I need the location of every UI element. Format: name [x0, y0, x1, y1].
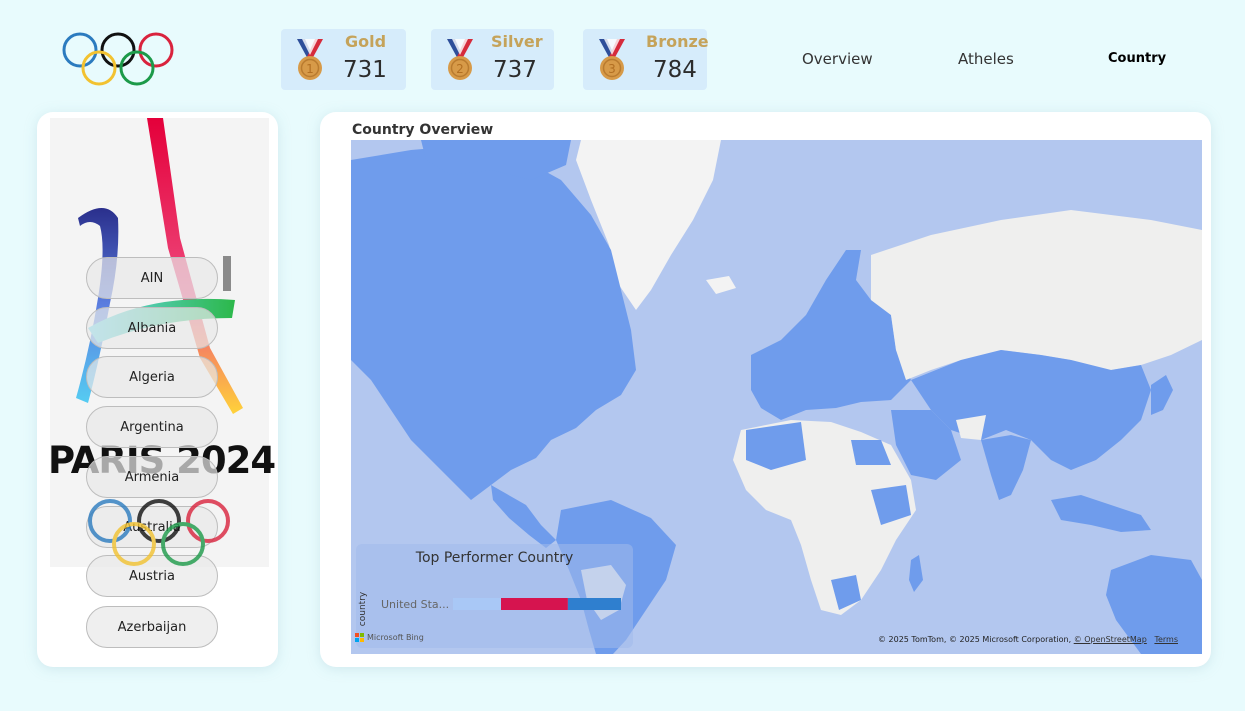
country-option-azerbaijan[interactable]: Azerbaijan — [86, 606, 218, 648]
country-option-armenia[interactable]: Armenia — [86, 456, 218, 498]
gold-count: 731 — [343, 57, 387, 83]
bing-logo-icon — [355, 633, 364, 642]
silver-count: 737 — [493, 57, 537, 83]
bar-segment-gold-share[interactable] — [501, 598, 568, 610]
bing-brand: Microsoft Bing — [367, 633, 424, 642]
country-axis-label: country — [358, 591, 369, 627]
silver-label: Silver — [491, 32, 543, 51]
slicer-scrollbar[interactable] — [223, 256, 231, 291]
top-performer-title: Top Performer Country — [415, 550, 574, 566]
bronze-count: 784 — [653, 57, 697, 83]
silver-medal-icon: 2 — [447, 39, 473, 80]
country-option-ain[interactable]: AIN — [86, 257, 218, 299]
silver-medal-card: 2 Silver 737 — [431, 29, 554, 90]
stacked-bar — [453, 598, 621, 610]
gold-medal-card: 1 Gold 731 — [281, 29, 406, 90]
svg-text:2: 2 — [456, 62, 464, 76]
svg-text:3: 3 — [608, 62, 616, 76]
gold-medal-icon: 1 — [297, 39, 323, 80]
nav-country[interactable]: Country — [1108, 51, 1166, 66]
bar-segment-silver-share[interactable] — [567, 598, 621, 610]
paris-rings-icon — [88, 499, 230, 566]
top-performer-category: United Sta... — [381, 598, 450, 611]
nav-atheles[interactable]: Atheles — [958, 50, 1014, 68]
map-copyright: © 2025 TomTom, © 2025 Microsoft Corporat… — [878, 635, 1178, 644]
bronze-label: Bronze — [646, 32, 709, 51]
bar-segment-bronze-share[interactable] — [453, 598, 501, 610]
map-title: Country Overview — [352, 122, 494, 138]
terms-link[interactable]: Terms — [1154, 635, 1178, 644]
world-map[interactable]: Top Performer Country country United Sta… — [351, 140, 1202, 654]
bronze-medal-card: 3 Bronze 784 — [583, 29, 709, 90]
olympic-rings-logo — [62, 32, 174, 86]
svg-text:1: 1 — [306, 62, 314, 76]
country-slicer-panel: PARIS 2024 AIN Albania Algeria Argentina… — [37, 112, 278, 667]
copyright-text: © 2025 TomTom, © 2025 Microsoft Corporat… — [877, 635, 1072, 644]
country-option-argentina[interactable]: Argentina — [86, 406, 218, 448]
country-option-algeria[interactable]: Algeria — [86, 356, 218, 398]
bing-attribution: Microsoft Bing — [355, 633, 424, 642]
country-overview-panel: Country Overview Top Performer Country c… — [320, 112, 1211, 667]
gold-label: Gold — [345, 32, 387, 51]
nav-overview[interactable]: Overview — [802, 50, 873, 68]
bronze-medal-icon: 3 — [599, 39, 625, 80]
country-option-albania[interactable]: Albania — [86, 307, 218, 349]
osm-link[interactable]: © OpenStreetMap — [1074, 635, 1147, 644]
